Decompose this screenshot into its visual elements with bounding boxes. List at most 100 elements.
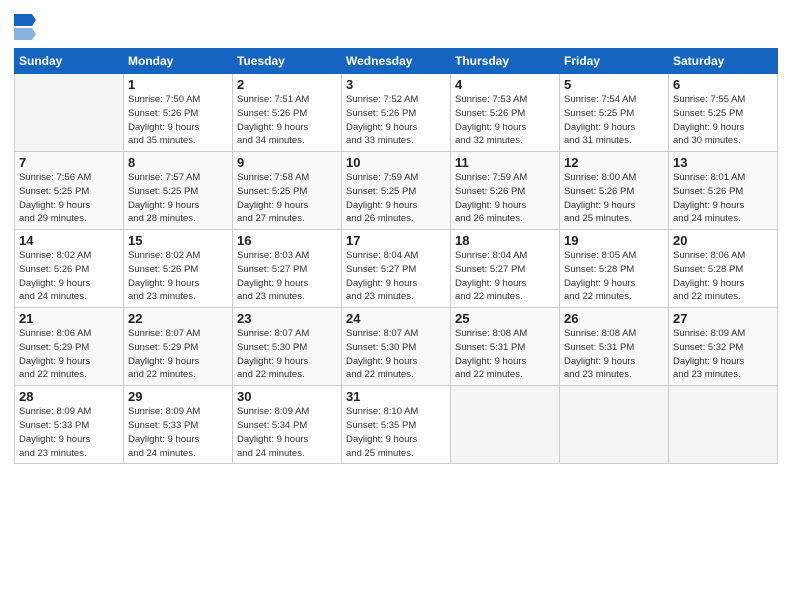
calendar-cell: 19Sunrise: 8:05 AMSunset: 5:28 PMDayligh… bbox=[560, 230, 669, 308]
day-number: 21 bbox=[19, 311, 119, 326]
day-number: 5 bbox=[564, 77, 664, 92]
day-info: Sunrise: 8:08 AMSunset: 5:31 PMDaylight:… bbox=[564, 327, 664, 382]
weekday-header-wednesday: Wednesday bbox=[342, 49, 451, 74]
calendar-cell: 31Sunrise: 8:10 AMSunset: 5:35 PMDayligh… bbox=[342, 386, 451, 464]
weekday-header-row: SundayMondayTuesdayWednesdayThursdayFrid… bbox=[15, 49, 778, 74]
day-info: Sunrise: 8:07 AMSunset: 5:30 PMDaylight:… bbox=[237, 327, 337, 382]
day-info: Sunrise: 8:09 AMSunset: 5:34 PMDaylight:… bbox=[237, 405, 337, 460]
calendar-cell: 30Sunrise: 8:09 AMSunset: 5:34 PMDayligh… bbox=[233, 386, 342, 464]
calendar-cell: 4Sunrise: 7:53 AMSunset: 5:26 PMDaylight… bbox=[451, 74, 560, 152]
day-number: 15 bbox=[128, 233, 228, 248]
day-number: 30 bbox=[237, 389, 337, 404]
calendar-cell: 12Sunrise: 8:00 AMSunset: 5:26 PMDayligh… bbox=[560, 152, 669, 230]
calendar-cell bbox=[451, 386, 560, 464]
day-number: 14 bbox=[19, 233, 119, 248]
calendar-cell: 27Sunrise: 8:09 AMSunset: 5:32 PMDayligh… bbox=[669, 308, 778, 386]
day-number: 9 bbox=[237, 155, 337, 170]
calendar-cell: 17Sunrise: 8:04 AMSunset: 5:27 PMDayligh… bbox=[342, 230, 451, 308]
day-info: Sunrise: 7:52 AMSunset: 5:26 PMDaylight:… bbox=[346, 93, 446, 148]
weekday-header-saturday: Saturday bbox=[669, 49, 778, 74]
weekday-header-friday: Friday bbox=[560, 49, 669, 74]
day-number: 8 bbox=[128, 155, 228, 170]
day-number: 22 bbox=[128, 311, 228, 326]
day-info: Sunrise: 8:09 AMSunset: 5:33 PMDaylight:… bbox=[128, 405, 228, 460]
day-info: Sunrise: 7:54 AMSunset: 5:25 PMDaylight:… bbox=[564, 93, 664, 148]
day-info: Sunrise: 7:56 AMSunset: 5:25 PMDaylight:… bbox=[19, 171, 119, 226]
day-number: 31 bbox=[346, 389, 446, 404]
calendar-cell: 9Sunrise: 7:58 AMSunset: 5:25 PMDaylight… bbox=[233, 152, 342, 230]
day-info: Sunrise: 8:07 AMSunset: 5:30 PMDaylight:… bbox=[346, 327, 446, 382]
day-info: Sunrise: 7:58 AMSunset: 5:25 PMDaylight:… bbox=[237, 171, 337, 226]
calendar-cell: 8Sunrise: 7:57 AMSunset: 5:25 PMDaylight… bbox=[124, 152, 233, 230]
day-number: 1 bbox=[128, 77, 228, 92]
day-number: 19 bbox=[564, 233, 664, 248]
day-info: Sunrise: 8:04 AMSunset: 5:27 PMDaylight:… bbox=[346, 249, 446, 304]
weekday-header-thursday: Thursday bbox=[451, 49, 560, 74]
day-number: 11 bbox=[455, 155, 555, 170]
calendar-cell bbox=[669, 386, 778, 464]
calendar-cell: 16Sunrise: 8:03 AMSunset: 5:27 PMDayligh… bbox=[233, 230, 342, 308]
day-info: Sunrise: 8:10 AMSunset: 5:35 PMDaylight:… bbox=[346, 405, 446, 460]
day-info: Sunrise: 7:55 AMSunset: 5:25 PMDaylight:… bbox=[673, 93, 773, 148]
day-info: Sunrise: 8:03 AMSunset: 5:27 PMDaylight:… bbox=[237, 249, 337, 304]
day-number: 17 bbox=[346, 233, 446, 248]
day-info: Sunrise: 8:01 AMSunset: 5:26 PMDaylight:… bbox=[673, 171, 773, 226]
calendar-cell bbox=[560, 386, 669, 464]
day-number: 3 bbox=[346, 77, 446, 92]
day-number: 25 bbox=[455, 311, 555, 326]
day-info: Sunrise: 8:00 AMSunset: 5:26 PMDaylight:… bbox=[564, 171, 664, 226]
day-number: 12 bbox=[564, 155, 664, 170]
weekday-header-sunday: Sunday bbox=[15, 49, 124, 74]
calendar-cell: 13Sunrise: 8:01 AMSunset: 5:26 PMDayligh… bbox=[669, 152, 778, 230]
calendar-cell: 10Sunrise: 7:59 AMSunset: 5:25 PMDayligh… bbox=[342, 152, 451, 230]
day-number: 2 bbox=[237, 77, 337, 92]
day-number: 7 bbox=[19, 155, 119, 170]
calendar-week-4: 28Sunrise: 8:09 AMSunset: 5:33 PMDayligh… bbox=[15, 386, 778, 464]
day-number: 13 bbox=[673, 155, 773, 170]
calendar-cell: 18Sunrise: 8:04 AMSunset: 5:27 PMDayligh… bbox=[451, 230, 560, 308]
day-info: Sunrise: 7:50 AMSunset: 5:26 PMDaylight:… bbox=[128, 93, 228, 148]
calendar-cell bbox=[15, 74, 124, 152]
day-info: Sunrise: 8:04 AMSunset: 5:27 PMDaylight:… bbox=[455, 249, 555, 304]
calendar-cell: 5Sunrise: 7:54 AMSunset: 5:25 PMDaylight… bbox=[560, 74, 669, 152]
day-info: Sunrise: 7:59 AMSunset: 5:26 PMDaylight:… bbox=[455, 171, 555, 226]
calendar-cell: 2Sunrise: 7:51 AMSunset: 5:26 PMDaylight… bbox=[233, 74, 342, 152]
logo-icon bbox=[14, 14, 36, 42]
day-number: 18 bbox=[455, 233, 555, 248]
calendar-cell: 14Sunrise: 8:02 AMSunset: 5:26 PMDayligh… bbox=[15, 230, 124, 308]
calendar-week-0: 1Sunrise: 7:50 AMSunset: 5:26 PMDaylight… bbox=[15, 74, 778, 152]
day-info: Sunrise: 7:53 AMSunset: 5:26 PMDaylight:… bbox=[455, 93, 555, 148]
calendar-cell: 29Sunrise: 8:09 AMSunset: 5:33 PMDayligh… bbox=[124, 386, 233, 464]
header bbox=[14, 10, 778, 42]
day-info: Sunrise: 7:57 AMSunset: 5:25 PMDaylight:… bbox=[128, 171, 228, 226]
day-info: Sunrise: 8:07 AMSunset: 5:29 PMDaylight:… bbox=[128, 327, 228, 382]
day-number: 27 bbox=[673, 311, 773, 326]
weekday-header-tuesday: Tuesday bbox=[233, 49, 342, 74]
day-number: 10 bbox=[346, 155, 446, 170]
page: SundayMondayTuesdayWednesdayThursdayFrid… bbox=[0, 0, 792, 612]
calendar-week-2: 14Sunrise: 8:02 AMSunset: 5:26 PMDayligh… bbox=[15, 230, 778, 308]
calendar-cell: 7Sunrise: 7:56 AMSunset: 5:25 PMDaylight… bbox=[15, 152, 124, 230]
day-info: Sunrise: 8:02 AMSunset: 5:26 PMDaylight:… bbox=[128, 249, 228, 304]
day-info: Sunrise: 8:05 AMSunset: 5:28 PMDaylight:… bbox=[564, 249, 664, 304]
day-number: 24 bbox=[346, 311, 446, 326]
weekday-header-monday: Monday bbox=[124, 49, 233, 74]
calendar-week-1: 7Sunrise: 7:56 AMSunset: 5:25 PMDaylight… bbox=[15, 152, 778, 230]
day-number: 20 bbox=[673, 233, 773, 248]
day-info: Sunrise: 8:06 AMSunset: 5:29 PMDaylight:… bbox=[19, 327, 119, 382]
day-info: Sunrise: 8:09 AMSunset: 5:33 PMDaylight:… bbox=[19, 405, 119, 460]
day-number: 4 bbox=[455, 77, 555, 92]
calendar-cell: 15Sunrise: 8:02 AMSunset: 5:26 PMDayligh… bbox=[124, 230, 233, 308]
day-info: Sunrise: 8:02 AMSunset: 5:26 PMDaylight:… bbox=[19, 249, 119, 304]
day-number: 23 bbox=[237, 311, 337, 326]
calendar: SundayMondayTuesdayWednesdayThursdayFrid… bbox=[14, 48, 778, 464]
calendar-cell: 28Sunrise: 8:09 AMSunset: 5:33 PMDayligh… bbox=[15, 386, 124, 464]
day-info: Sunrise: 7:59 AMSunset: 5:25 PMDaylight:… bbox=[346, 171, 446, 226]
logo bbox=[14, 14, 38, 42]
calendar-cell: 24Sunrise: 8:07 AMSunset: 5:30 PMDayligh… bbox=[342, 308, 451, 386]
day-number: 26 bbox=[564, 311, 664, 326]
calendar-cell: 26Sunrise: 8:08 AMSunset: 5:31 PMDayligh… bbox=[560, 308, 669, 386]
day-info: Sunrise: 8:08 AMSunset: 5:31 PMDaylight:… bbox=[455, 327, 555, 382]
calendar-cell: 22Sunrise: 8:07 AMSunset: 5:29 PMDayligh… bbox=[124, 308, 233, 386]
calendar-cell: 21Sunrise: 8:06 AMSunset: 5:29 PMDayligh… bbox=[15, 308, 124, 386]
